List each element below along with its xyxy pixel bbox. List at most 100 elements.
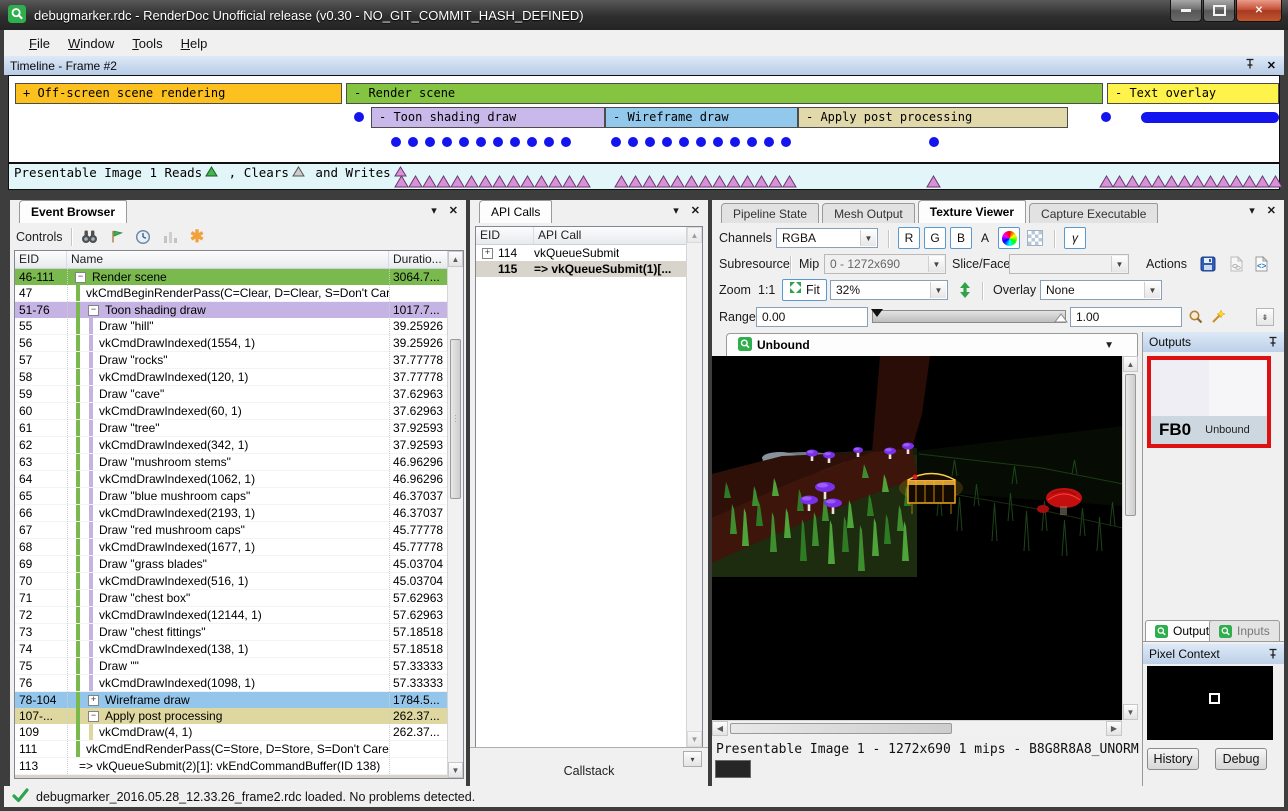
draw-marker-dot[interactable] — [510, 137, 520, 147]
view-code-button[interactable]: <> — [1249, 253, 1273, 275]
texture-hscrollbar[interactable]: ◀ ▶ — [712, 720, 1122, 736]
range-max-input[interactable]: 1.00 — [1070, 307, 1182, 327]
texture-view[interactable] — [712, 356, 1122, 720]
api-calls-scrollbar[interactable]: ▲ ▼ — [686, 227, 702, 747]
event-row[interactable]: 62vkCmdDrawIndexed(342, 1)37.92593 — [15, 437, 463, 454]
event-row[interactable]: 76vkCmdDrawIndexed(1098, 1)57.33333 — [15, 675, 463, 692]
event-row[interactable]: 115=> vkQueueSubmit(1)[0]: vkBeginComman… — [15, 775, 463, 779]
colorwheel-button[interactable] — [998, 227, 1020, 249]
api-call-row[interactable]: +114vkQueueSubmit — [476, 245, 702, 261]
draw-marker-dot[interactable] — [544, 137, 554, 147]
texture-vscrollbar[interactable]: ▲ ▼ — [1122, 356, 1138, 720]
pin-icon[interactable] — [1268, 648, 1278, 662]
history-button[interactable]: History — [1147, 748, 1199, 770]
tab-api-calls[interactable]: API Calls — [479, 200, 552, 223]
event-row[interactable]: 73Draw "chest fittings"57.18518 — [15, 624, 463, 641]
save-texture-button[interactable] — [1196, 253, 1220, 275]
callstack-section[interactable]: ▾ Callstack — [470, 747, 708, 786]
tab-capture-executable[interactable]: Capture Executable — [1029, 203, 1158, 223]
event-row[interactable]: 63Draw "mushroom stems"46.96296 — [15, 454, 463, 471]
close-icon[interactable]: ✕ — [449, 204, 458, 217]
event-row[interactable]: 60vkCmdDrawIndexed(60, 1)37.62963 — [15, 403, 463, 420]
draw-marker-dot[interactable] — [696, 137, 706, 147]
event-row[interactable]: 70vkCmdDrawIndexed(516, 1)45.03704 — [15, 573, 463, 590]
timeline-bar[interactable]: + Off-screen scene rendering — [15, 83, 342, 104]
scrollbar-thumb[interactable] — [730, 723, 952, 734]
draw-marker-dot[interactable] — [645, 137, 655, 147]
timeline-bar[interactable]: - Text overlay — [1107, 83, 1279, 104]
output-thumbnail-fb0[interactable]: FB0 Unbound — [1147, 356, 1271, 448]
draw-marker-dot[interactable] — [1101, 112, 1111, 122]
mip-combo[interactable]: 0 - 1272x690▼ — [824, 254, 946, 274]
channel-blue-button[interactable]: B — [950, 227, 972, 249]
expander-icon[interactable]: − — [75, 272, 86, 283]
draw-marker-dot[interactable] — [425, 137, 435, 147]
draw-marker-dot[interactable] — [459, 137, 469, 147]
event-row[interactable]: 113=> vkQueueSubmit(2)[1]: vkEndCommandB… — [15, 758, 463, 775]
event-row[interactable]: 55Draw "hill"39.25926 — [15, 318, 463, 335]
draw-marker-dot[interactable] — [713, 137, 723, 147]
menu-item-help[interactable]: Help — [172, 33, 217, 54]
event-row[interactable]: 59Draw "cave"37.62963 — [15, 386, 463, 403]
draw-marker-dot[interactable] — [929, 137, 939, 147]
expander-icon[interactable]: + — [482, 248, 493, 259]
channel-green-button[interactable]: G — [924, 227, 946, 249]
draw-marker-dot[interactable] — [527, 137, 537, 147]
fit-button[interactable]: Fit — [782, 279, 827, 301]
event-row[interactable]: 51-76−Toon shading draw1017.7... — [15, 302, 463, 318]
draw-marker-dot[interactable] — [391, 137, 401, 147]
event-row[interactable]: 47vkCmdBeginRenderPass(C=Clear, D=Clear,… — [15, 285, 463, 302]
callstack-expand-icon[interactable]: ▾ — [683, 751, 702, 767]
draw-marker-dot[interactable] — [730, 137, 740, 147]
draw-marker-dot[interactable] — [561, 137, 571, 147]
range-white-marker[interactable] — [1054, 310, 1068, 328]
zoom-level-combo[interactable]: 32%▼ — [830, 280, 948, 300]
debug-button[interactable]: Debug — [1215, 748, 1267, 770]
checker-background-button[interactable] — [1024, 227, 1046, 249]
draw-marker-dot[interactable] — [442, 137, 452, 147]
draw-marker-pill[interactable] — [1141, 112, 1279, 123]
draw-marker-dot[interactable] — [493, 137, 503, 147]
tab-event-browser[interactable]: Event Browser — [19, 200, 127, 223]
event-row[interactable]: 107-...−Apply post processing262.37... — [15, 708, 463, 724]
time-draws-icon[interactable] — [134, 228, 153, 246]
timeline-panel[interactable]: + Off-screen scene rendering- Render sce… — [8, 75, 1280, 163]
channel-alpha-button[interactable]: A — [974, 227, 996, 249]
event-row[interactable]: 61Draw "tree"37.92593 — [15, 420, 463, 437]
tab-unbound[interactable]: Unbound — [726, 333, 1138, 356]
event-row[interactable]: 109vkCmdDraw(4, 1)262.37... — [15, 724, 463, 741]
texture-list-dropdown-icon[interactable]: ▼ — [1104, 340, 1114, 351]
timeline-bar[interactable]: - Render scene — [346, 83, 1103, 104]
event-row[interactable]: 75Draw ""57.33333 — [15, 658, 463, 675]
draw-marker-dot[interactable] — [764, 137, 774, 147]
find-icon[interactable] — [80, 228, 99, 246]
draw-marker-dot[interactable] — [628, 137, 638, 147]
event-row[interactable]: 72vkCmdDrawIndexed(12144, 1)57.62963 — [15, 607, 463, 624]
draw-marker-dot[interactable] — [354, 112, 364, 122]
draw-marker-dot[interactable] — [679, 137, 689, 147]
flip-y-icon[interactable] — [956, 279, 974, 301]
event-row[interactable]: 57Draw "rocks"37.77778 — [15, 352, 463, 369]
menu-item-file[interactable]: File — [20, 33, 59, 54]
scrollbar-thumb[interactable] — [450, 339, 461, 499]
expander-icon[interactable]: + — [88, 695, 99, 706]
event-row[interactable]: 46-111−Render scene3064.7... — [15, 269, 463, 285]
channels-combo[interactable]: RGBA▼ — [776, 228, 878, 248]
dock-menu-icon[interactable]: ▾ — [673, 204, 679, 217]
dock-menu-icon[interactable]: ▾ — [431, 204, 437, 217]
close-icon[interactable]: ✕ — [1267, 204, 1276, 217]
zoom-1to1-button[interactable]: 1:1 — [758, 283, 775, 297]
expander-icon[interactable]: − — [88, 711, 99, 722]
pin-icon[interactable] — [1245, 58, 1255, 72]
toolbar-overflow-icon[interactable]: ⇟ — [1256, 308, 1274, 326]
pixel-context-view[interactable] — [1147, 666, 1273, 740]
draw-marker-dot[interactable] — [747, 137, 757, 147]
api-table-header[interactable]: EID API Call — [476, 227, 702, 245]
callstack-label[interactable]: Callstack — [470, 764, 708, 778]
event-browser-scrollbar[interactable]: ▲ ▼ — [447, 251, 463, 778]
menu-item-window[interactable]: Window — [59, 33, 123, 54]
timeline-bar[interactable]: - Toon shading draw — [371, 107, 605, 128]
close-button[interactable]: ✕ — [1236, 0, 1282, 22]
event-row[interactable]: 67Draw "red mushroom caps"45.77778 — [15, 522, 463, 539]
event-row[interactable]: 56vkCmdDrawIndexed(1554, 1)39.25926 — [15, 335, 463, 352]
